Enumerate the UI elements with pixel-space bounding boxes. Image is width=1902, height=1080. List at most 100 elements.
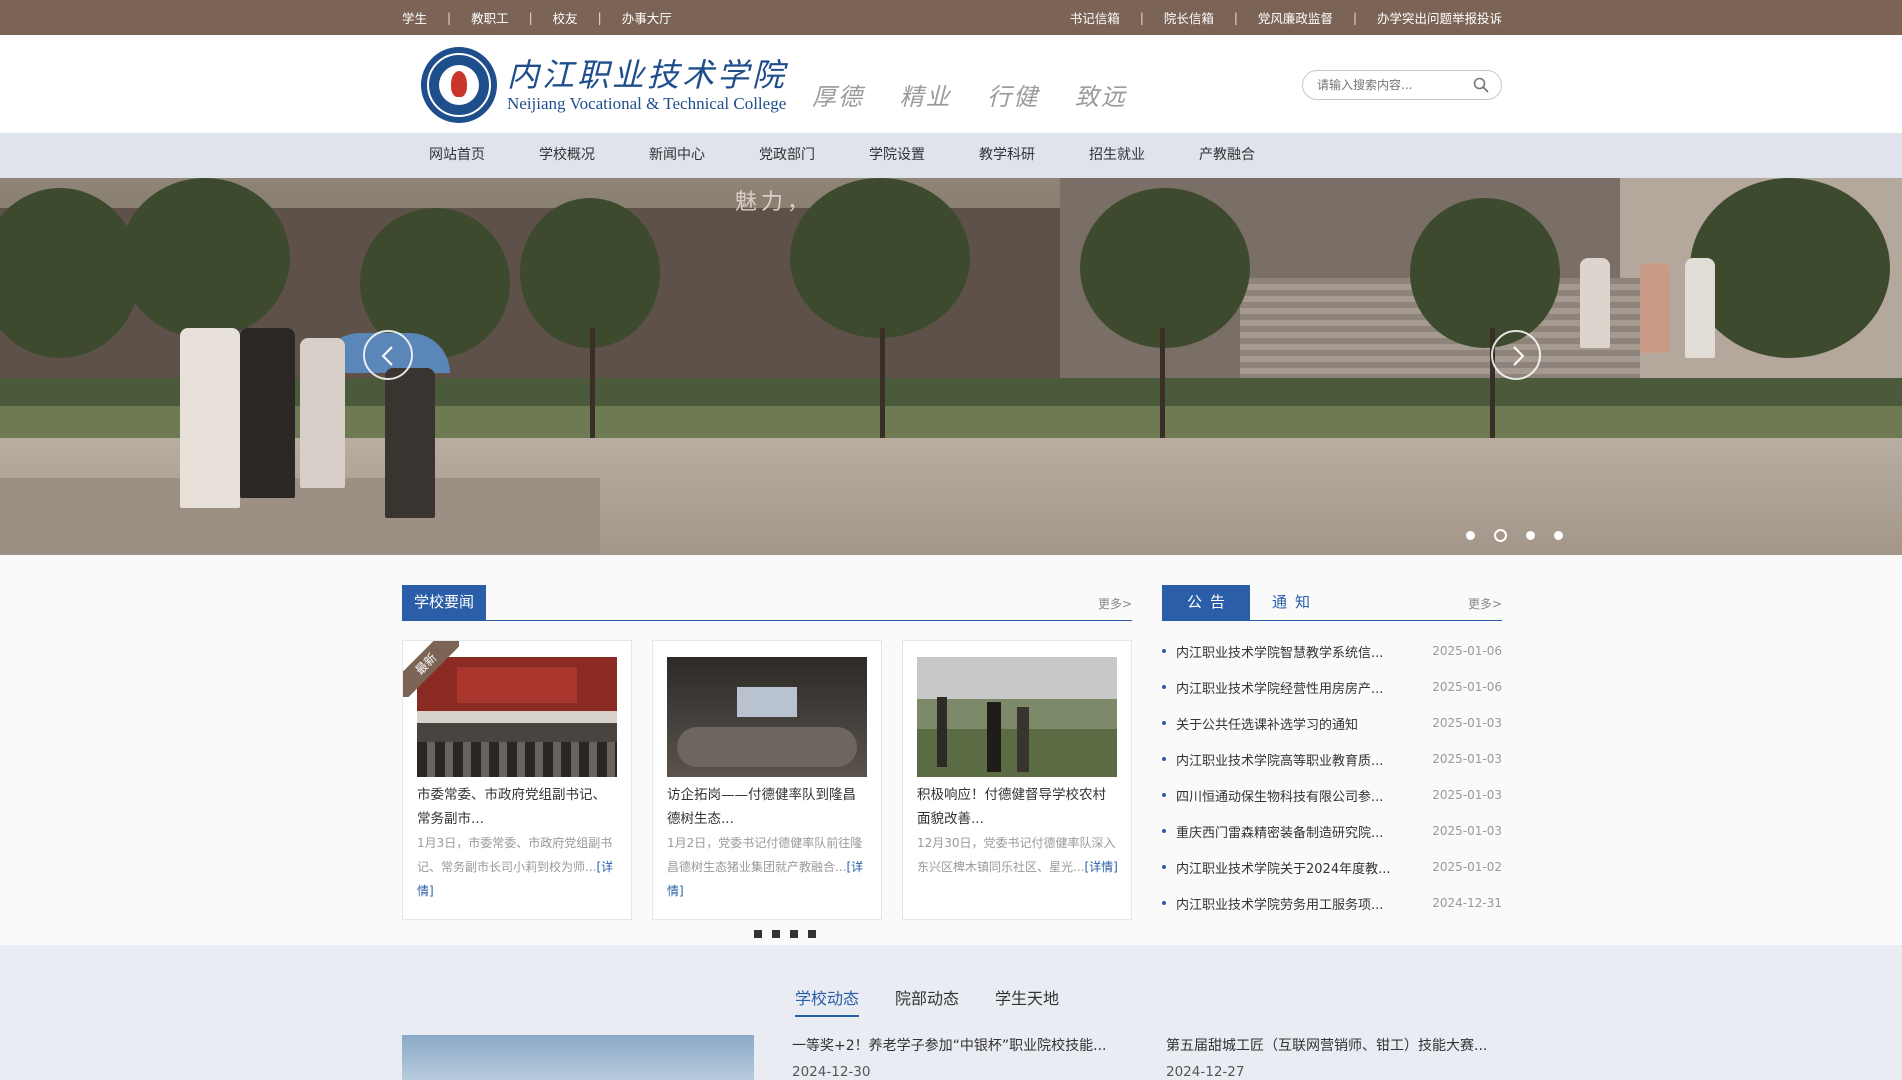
tab-announcements[interactable]: 公告 bbox=[1162, 585, 1250, 620]
tab-notifications[interactable]: 通知 bbox=[1272, 585, 1318, 620]
news-section-header: 学校要闻 更多> bbox=[402, 585, 1132, 621]
notice-date: 2025-01-06 bbox=[1432, 680, 1502, 694]
top-bar-inner: 学生 | 教职工 | 校友 | 办事大厅 书记信箱 | 院长信箱 | 党风廉政监… bbox=[402, 0, 1502, 35]
news-cards: 最新 市委常委、市政府党组副书记、常务副市... 1月3日，市委常委、市政府党组… bbox=[402, 640, 1132, 920]
notice-item[interactable]: 四川恒通动保生物科技有限公司参... 2025-01-03 bbox=[1162, 777, 1502, 813]
header: 内江职业技术学院 Neijiang Vocational & Technical… bbox=[0, 35, 1902, 133]
nav-item-teaching-research[interactable]: 教学科研 bbox=[952, 133, 1062, 178]
nav-items: 网站首页 学校概况 新闻中心 党政部门 学院设置 教学科研 招生就业 产教融合 bbox=[402, 133, 1282, 178]
top-link-secretary-mailbox[interactable]: 书记信箱 bbox=[1070, 8, 1120, 27]
banner-sign-text: 魅力， bbox=[735, 190, 814, 215]
nav-item-news-center[interactable]: 新闻中心 bbox=[622, 133, 732, 178]
news-card-title[interactable]: 积极响应！付德健督导学校农村面貌改善... bbox=[917, 783, 1119, 831]
brand-name-en: Neijiang Vocational & Technical College bbox=[507, 94, 787, 113]
news-page-dot[interactable] bbox=[754, 930, 762, 938]
top-link-service-hall[interactable]: 办事大厅 bbox=[622, 8, 672, 27]
top-link-president-mailbox[interactable]: 院长信箱 bbox=[1164, 8, 1214, 27]
banner-dot[interactable] bbox=[1526, 531, 1535, 540]
main-nav: 网站首页 学校概况 新闻中心 党政部门 学院设置 教学科研 招生就业 产教融合 bbox=[0, 133, 1902, 178]
notice-list: 内江职业技术学院智慧教学系统信... 2025-01-06 内江职业技术学院经营性… bbox=[1162, 633, 1502, 921]
tab-department-news[interactable]: 院部动态 bbox=[895, 985, 959, 1017]
dynamics-item[interactable]: 第五届甜城工匠（互联网营销师、钳工）技能大赛... 2024-12-27 bbox=[1166, 1035, 1496, 1080]
news-card-desc: 1月3日，市委常委、市政府党组副书记、常务副市长司小莉到校为师...[详情] bbox=[417, 836, 614, 898]
news-page-dot[interactable] bbox=[790, 930, 798, 938]
news-card-title[interactable]: 市委常委、市政府党组副书记、常务副市... bbox=[417, 783, 619, 831]
notice-item[interactable]: 内江职业技术学院智慧教学系统信... 2025-01-06 bbox=[1162, 633, 1502, 669]
motto-word: 致远 bbox=[1074, 83, 1127, 111]
top-bar: 学生 | 教职工 | 校友 | 办事大厅 书记信箱 | 院长信箱 | 党风廉政监… bbox=[0, 0, 1902, 35]
notice-item[interactable]: 内江职业技术学院经营性用房房产... 2025-01-06 bbox=[1162, 669, 1502, 705]
banner-dot[interactable] bbox=[1554, 531, 1563, 540]
banner-pagination bbox=[1466, 529, 1582, 542]
notice-item[interactable]: 内江职业技术学院关于2024年度教... 2025-01-02 bbox=[1162, 849, 1502, 885]
tab-student-world[interactable]: 学生天地 bbox=[995, 985, 1059, 1017]
news-card-desc: 1月2日，党委书记付德健率队前往隆昌德树生态猪业集团就产教融合...[详情] bbox=[667, 836, 864, 898]
news-card-detail-link[interactable]: [详情] bbox=[1084, 860, 1117, 874]
top-separator: | bbox=[528, 10, 533, 25]
logo[interactable]: 内江职业技术学院 Neijiang Vocational & Technical… bbox=[421, 47, 787, 123]
banner-next-button[interactable] bbox=[1491, 330, 1541, 380]
bullet-icon bbox=[1162, 721, 1166, 725]
notice-more-link[interactable]: 更多> bbox=[1468, 595, 1502, 612]
bullet-icon bbox=[1162, 757, 1166, 761]
school-motto: 厚德 精业 行健 致远 bbox=[812, 77, 1153, 112]
top-links-left: 学生 | 教职工 | 校友 | 办事大厅 bbox=[402, 0, 672, 35]
notice-date: 2025-01-03 bbox=[1432, 788, 1502, 802]
news-section-title[interactable]: 学校要闻 bbox=[402, 585, 487, 620]
notice-title: 内江职业技术学院经营性用房房产... bbox=[1176, 681, 1384, 697]
top-link-alumni[interactable]: 校友 bbox=[553, 8, 578, 27]
chevron-left-icon bbox=[381, 346, 393, 366]
dynamics-item-date: 2024-12-30 bbox=[792, 1064, 871, 1080]
dynamics-item[interactable]: 一等奖+2！养老学子参加“中银杯”职业院校技能... 2024-12-30 bbox=[792, 1035, 1122, 1080]
bullet-icon bbox=[1162, 829, 1166, 833]
top-link-complaint-report[interactable]: 办学突出问题举报投诉 bbox=[1377, 8, 1502, 27]
brand-name: 内江职业技术学院 Neijiang Vocational & Technical… bbox=[507, 56, 787, 114]
notice-title: 内江职业技术学院劳务用工服务项... bbox=[1176, 897, 1384, 913]
news-card-image bbox=[917, 657, 1117, 777]
notice-date: 2025-01-03 bbox=[1432, 716, 1502, 730]
brand-name-cn: 内江职业技术学院 bbox=[507, 56, 788, 94]
news-page-dot[interactable] bbox=[808, 930, 816, 938]
notice-item[interactable]: 内江职业技术学院劳务用工服务项... 2024-12-31 bbox=[1162, 885, 1502, 921]
bullet-icon bbox=[1162, 793, 1166, 797]
notice-title: 重庆西门雷森精密装备制造研究院... bbox=[1176, 825, 1384, 841]
dynamics-section: 学校动态 院部动态 学生天地 一等奖+2！养老学子参加“中银杯”职业院校技能..… bbox=[0, 945, 1902, 1080]
banner-dot[interactable] bbox=[1466, 531, 1475, 540]
top-link-integrity-supervision[interactable]: 党风廉政监督 bbox=[1258, 8, 1333, 27]
news-more-link[interactable]: 更多> bbox=[1098, 595, 1132, 612]
nav-item-colleges[interactable]: 学院设置 bbox=[842, 133, 952, 178]
banner-prev-button[interactable] bbox=[363, 330, 413, 380]
chevron-right-icon bbox=[1513, 346, 1525, 366]
news-card[interactable]: 积极响应！付德健督导学校农村面貌改善... 12月30日，党委书记付德健率队深入… bbox=[902, 640, 1132, 920]
news-card[interactable]: 最新 市委常委、市政府党组副书记、常务副市... 1月3日，市委常委、市政府党组… bbox=[402, 640, 632, 920]
notice-item[interactable]: 重庆西门雷森精密装备制造研究院... 2025-01-03 bbox=[1162, 813, 1502, 849]
nav-item-home[interactable]: 网站首页 bbox=[402, 133, 512, 178]
college-seal-icon bbox=[421, 47, 497, 123]
search-input[interactable] bbox=[1317, 75, 1467, 95]
motto-word: 精业 bbox=[899, 83, 952, 111]
news-card-image bbox=[667, 657, 867, 777]
notice-item[interactable]: 关于公共任选课补选学习的通知 2025-01-03 bbox=[1162, 705, 1502, 741]
dynamics-item-date: 2024-12-27 bbox=[1166, 1064, 1245, 1080]
news-card[interactable]: 访企拓岗——付德健率队到隆昌德树生态... 1月2日，党委书记付德健率队前往隆昌… bbox=[652, 640, 882, 920]
notice-title: 关于公共任选课补选学习的通知 bbox=[1176, 717, 1359, 733]
top-separator: | bbox=[597, 10, 602, 25]
nav-item-admissions[interactable]: 招生就业 bbox=[1062, 133, 1172, 178]
news-page-dot[interactable] bbox=[772, 930, 780, 938]
dynamics-feature-image[interactable] bbox=[402, 1035, 754, 1080]
dynamics-item-title: 一等奖+2！养老学子参加“中银杯”职业院校技能... bbox=[792, 1038, 1107, 1054]
notice-item[interactable]: 内江职业技术学院高等职业教育质... 2025-01-03 bbox=[1162, 741, 1502, 777]
top-link-staff[interactable]: 教职工 bbox=[471, 8, 509, 27]
banner-dot-active[interactable] bbox=[1494, 529, 1507, 542]
nav-item-industry[interactable]: 产教融合 bbox=[1172, 133, 1282, 178]
search-icon[interactable] bbox=[1473, 77, 1489, 93]
notice-title: 内江职业技术学院高等职业教育质... bbox=[1176, 753, 1384, 769]
nav-item-departments[interactable]: 党政部门 bbox=[732, 133, 842, 178]
news-card-title[interactable]: 访企拓岗——付德健率队到隆昌德树生态... bbox=[667, 783, 869, 831]
notice-section-header: 公告 通知 更多> bbox=[1162, 585, 1502, 621]
motto-word: 行健 bbox=[987, 83, 1040, 111]
tab-school-news[interactable]: 学校动态 bbox=[795, 985, 860, 1017]
nav-item-about[interactable]: 学校概况 bbox=[512, 133, 622, 178]
top-link-students[interactable]: 学生 bbox=[402, 8, 427, 27]
news-pagination bbox=[754, 930, 826, 938]
